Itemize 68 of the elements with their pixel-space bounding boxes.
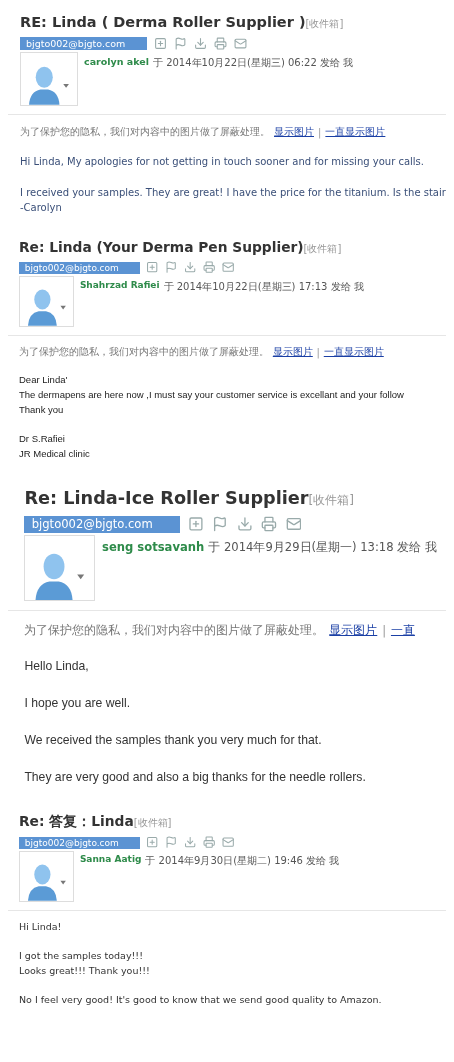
download-icon[interactable]: [184, 836, 197, 849]
message-line: The dermapens are here now ,I must say your customer service is excellant and your follow: [19, 388, 405, 403]
download-icon[interactable]: [194, 37, 208, 50]
folder-label: [收件箱]: [303, 242, 342, 254]
link-separator: |: [382, 623, 387, 638]
show-images-link[interactable]: 显示图片: [272, 345, 313, 360]
print-icon[interactable]: [261, 516, 278, 533]
account-badge: bjgto002@bjgto.com: [19, 261, 140, 274]
mail-icon[interactable]: [222, 836, 235, 849]
add-contact-icon[interactable]: [146, 261, 159, 274]
account-badge: bjgto002@bjgto.com: [19, 836, 140, 849]
message-line: JR Medical clinic: [19, 446, 91, 461]
mail-icon[interactable]: [222, 261, 235, 274]
mail-icon[interactable]: [234, 37, 248, 50]
link-separator: |: [316, 346, 320, 358]
add-contact-icon[interactable]: [188, 516, 204, 533]
message-line: Thank you: [19, 402, 65, 417]
show-images-link[interactable]: 一直显示图片: [323, 345, 384, 360]
privacy-notice: 为了保护您的隐私，我们对内容中的图片做了屏蔽处理。: [19, 345, 269, 360]
message-line: No I feel very good! It's good to know that we send good quality to Amazon.: [19, 992, 383, 1007]
message-line: Dear Linda': [19, 373, 69, 388]
flag-icon[interactable]: [165, 261, 178, 274]
message-line: -Carolyn: [20, 201, 63, 215]
message-line: They are very good and also a big thanks for the needle rollers.: [24, 769, 367, 787]
download-icon[interactable]: [184, 261, 197, 274]
message-line: Hello Linda,: [24, 657, 90, 675]
folder-label: [收件箱]: [305, 18, 344, 31]
account-badge: bjgto002@bjgto.com: [20, 37, 148, 50]
flag-icon[interactable]: [212, 516, 229, 533]
sent-info: 于 2014年10月22日(星期三) 17:13 发给 我: [163, 279, 364, 294]
email-subject: Re: 答复：Linda: [19, 812, 134, 831]
print-icon[interactable]: [203, 836, 216, 849]
flag-icon[interactable]: [174, 37, 188, 50]
message-line: I received your samples. They are great! I have the price for the titanium. Is the stair: [20, 185, 447, 200]
folder-label: [收件箱]: [133, 816, 172, 830]
sender-name[interactable]: Shahrzad Rafiei: [79, 279, 160, 290]
show-images-link[interactable]: 显示图片: [329, 623, 378, 639]
show-images-link[interactable]: 显示图片: [274, 125, 314, 139]
email-subject: RE: Linda ( Derma Roller Supplier ): [20, 14, 306, 30]
email-subject: Re: Linda (Your Derma Pen Supplier): [19, 238, 304, 255]
link-separator: |: [318, 126, 322, 138]
sent-info: 于 2014年9月30日(星期二) 19:46 发给 我: [145, 854, 340, 869]
print-icon[interactable]: [203, 261, 216, 274]
flag-icon[interactable]: [165, 836, 178, 849]
message-line: Dr S.Rafiei: [19, 431, 66, 446]
add-contact-icon[interactable]: [154, 37, 168, 50]
mail-icon[interactable]: [285, 516, 302, 533]
add-contact-icon[interactable]: [146, 836, 159, 849]
message-line: Looks great!!! Thank you!!!: [19, 963, 151, 978]
sender-name[interactable]: Sanna Aatig: [79, 854, 142, 865]
privacy-notice: 为了保护您的隐私，我们对内容中的图片做了屏蔽处理。: [20, 125, 270, 139]
message-line: I hope you are well.: [24, 694, 132, 712]
show-images-link[interactable]: 一直显示图片: [325, 125, 386, 139]
sender-name[interactable]: carolyn akel: [84, 56, 149, 67]
print-icon[interactable]: [214, 37, 228, 50]
download-icon[interactable]: [236, 516, 253, 533]
message-line: Hi Linda!: [19, 920, 63, 935]
sender-name[interactable]: seng sotsavanh: [102, 539, 205, 554]
sent-info: 于 2014年9月29日(星期一) 13:18 发给 我: [208, 539, 437, 555]
privacy-notice: 为了保护您的隐私，我们对内容中的图片做了屏蔽处理。: [24, 623, 325, 639]
sent-info: 于 2014年10月22日(星期三) 06:22 发给 我: [152, 56, 354, 70]
message-line: We received the samples thank you very much for that.: [24, 732, 323, 750]
show-images-link[interactable]: 一直: [390, 623, 415, 639]
account-badge: bjgto002@bjgto.com: [24, 516, 180, 533]
email-subject: Re: Linda-Ice Roller Supplier: [24, 487, 309, 508]
message-line: Hi Linda, My apologies for not getting in touch sooner and for missing your calls.: [20, 155, 425, 169]
folder-label: [收件箱]: [308, 492, 355, 507]
message-line: I got the samples today!!!: [19, 949, 144, 964]
